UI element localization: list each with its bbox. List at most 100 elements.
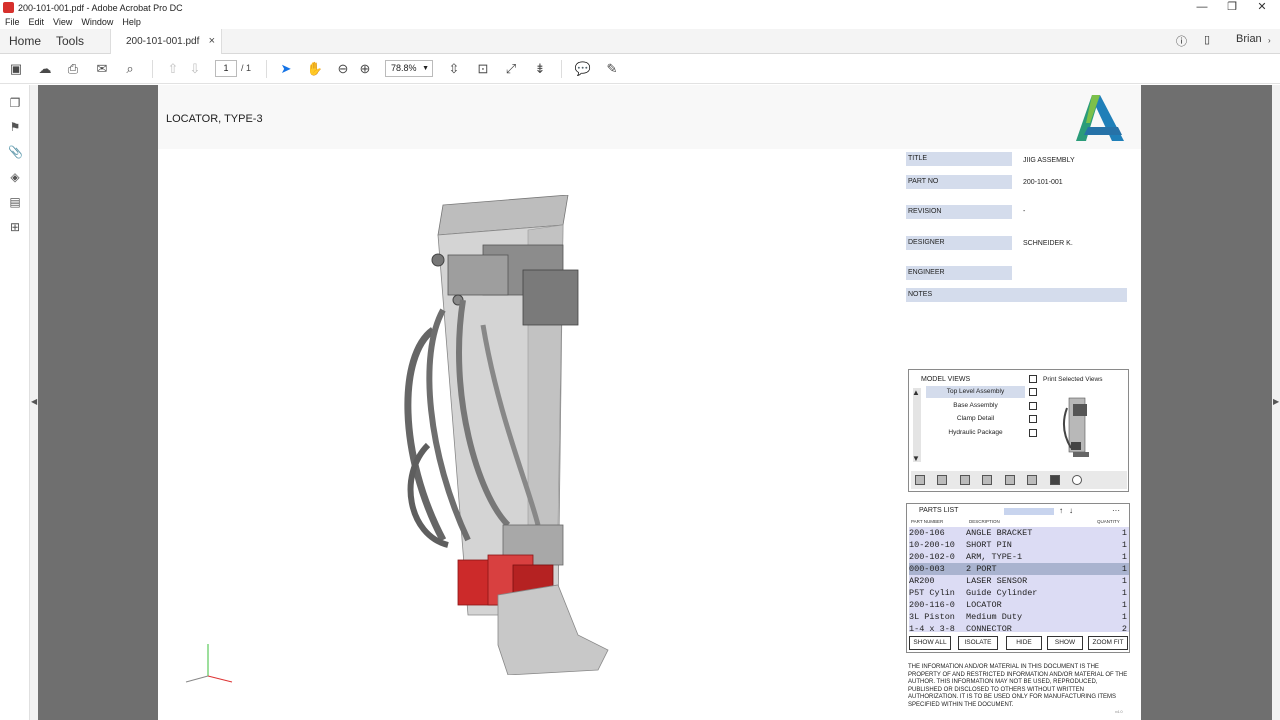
select-tool-icon[interactable]: ➤: [277, 60, 295, 78]
previous-page-icon[interactable]: ⇧: [164, 60, 182, 78]
close-tab-icon[interactable]: ×: [209, 35, 215, 47]
page-header: [158, 85, 1141, 149]
table-row[interactable]: 200-116-0 LOCATOR 1: [909, 599, 1129, 611]
sort-up-icon[interactable]: ↑: [1059, 506, 1063, 515]
menu-window[interactable]: Window: [81, 17, 113, 27]
page-number-input[interactable]: 1: [215, 60, 237, 77]
view-checkbox[interactable]: [1029, 402, 1037, 410]
sort-down-icon[interactable]: ↓: [1069, 506, 1073, 515]
bookmark-icon[interactable]: ⚑: [8, 120, 22, 134]
table-row[interactable]: 200-102-0 ARM, TYPE-1 1: [909, 551, 1129, 563]
print-selected-views-checkbox[interactable]: [1029, 375, 1037, 383]
table-row[interactable]: 200-106 ANGLE BRACKET 1: [909, 527, 1129, 539]
view-top-icon[interactable]: [1005, 475, 1015, 485]
table-row-selected[interactable]: 000-003 2 PORT 1: [909, 563, 1129, 575]
part-description: LOCATOR: [966, 600, 1002, 610]
email-icon[interactable]: ✉: [93, 60, 111, 78]
part-description: LASER SENSOR: [966, 576, 1028, 586]
part-number: 1-4 x 3-8: [909, 624, 955, 634]
tab-tools[interactable]: Tools: [56, 34, 84, 48]
tab-document[interactable]: 200-101-001.pdf ×: [110, 29, 222, 54]
parts-search-field[interactable]: [1004, 508, 1054, 515]
restore-button[interactable]: ❐: [1217, 0, 1247, 15]
search-icon[interactable]: ⌕: [121, 60, 139, 78]
axis-triad: [185, 644, 233, 683]
view-iso-icon[interactable]: [1050, 475, 1060, 485]
tab-home[interactable]: Home: [9, 34, 41, 48]
view-bottom-icon[interactable]: [1027, 475, 1037, 485]
full-screen-icon[interactable]: ⤢: [502, 60, 520, 78]
table-row[interactable]: 3L Piston Medium Duty 1: [909, 611, 1129, 623]
designer-label: DESIGNER: [906, 236, 1012, 250]
user-chevron-icon[interactable]: ›: [1268, 36, 1271, 45]
revision-value: -: [1023, 208, 1026, 215]
show-button[interactable]: SHOW: [1047, 636, 1083, 650]
part-no-label: PART NO: [906, 175, 1012, 189]
show-all-button[interactable]: SHOW ALL: [909, 636, 951, 650]
attachment-icon[interactable]: 📎: [8, 145, 23, 159]
view-checkbox[interactable]: [1029, 415, 1037, 423]
isolate-button[interactable]: ISOLATE: [958, 636, 998, 650]
3d-model-view[interactable]: [388, 195, 628, 675]
table-row[interactable]: AR200 LASER SENSOR 1: [909, 575, 1129, 587]
version-label: v4.0: [1115, 709, 1123, 714]
view-right-icon[interactable]: [982, 475, 992, 485]
hand-tool-icon[interactable]: ✋: [306, 60, 324, 78]
page-thumbnails-icon[interactable]: ❐: [8, 96, 22, 110]
view-checkbox[interactable]: [1029, 429, 1037, 437]
model-view-item[interactable]: Base Assembly: [926, 400, 1025, 412]
view-checkbox[interactable]: [1029, 388, 1037, 396]
menu-edit[interactable]: Edit: [29, 17, 45, 27]
more-options-icon[interactable]: ···: [1112, 506, 1120, 515]
model-view-item[interactable]: Hydraulic Package: [926, 427, 1025, 439]
table-row[interactable]: 1-4 x 3-8 CONNECTOR 2: [909, 623, 1129, 634]
upload-icon[interactable]: ☁: [36, 60, 54, 78]
zoom-in-icon[interactable]: ⊕: [356, 60, 374, 78]
scroll-up-icon[interactable]: ▲: [912, 388, 920, 397]
model-views-scrollbar[interactable]: [913, 388, 921, 462]
scroll-mode-icon[interactable]: ⇟: [531, 60, 549, 78]
zoom-out-icon[interactable]: ⊖: [334, 60, 352, 78]
table-row[interactable]: 10-200-10 SHORT PIN 1: [909, 539, 1129, 551]
layers-icon[interactable]: ◈: [8, 170, 22, 184]
view-front-icon[interactable]: [915, 475, 925, 485]
next-page-icon[interactable]: ⇩: [186, 60, 204, 78]
minimize-button[interactable]: —: [1187, 0, 1217, 15]
view-left-icon[interactable]: [960, 475, 970, 485]
fit-width-icon[interactable]: ⊡: [474, 60, 492, 78]
model-views-heading: MODEL VIEWS: [921, 376, 971, 383]
window-title: 200-101-001.pdf - Adobe Acrobat Pro DC: [18, 2, 183, 13]
close-window-button[interactable]: ✕: [1247, 0, 1277, 15]
view-reset-icon[interactable]: [1072, 475, 1082, 485]
comment-icon[interactable]: 💬: [574, 60, 592, 78]
user-name[interactable]: Brian: [1236, 33, 1262, 45]
parts-list-panel: PARTS LIST ↑ ↓ ··· PART NUMBER DESCRIPTI…: [906, 503, 1130, 653]
model-view-thumbnail: [1063, 397, 1089, 457]
zoom-select[interactable]: 78.8% ▼: [385, 60, 433, 77]
save-icon[interactable]: ▣: [7, 60, 25, 78]
menu-file[interactable]: File: [5, 17, 20, 27]
mobile-link-icon[interactable]: ▯: [1204, 33, 1210, 46]
chevron-left-icon: ◀: [31, 397, 38, 406]
table-row[interactable]: P5T Cylin Guide Cylinder 1: [909, 587, 1129, 599]
print-icon[interactable]: ⎙: [64, 60, 82, 78]
part-description: Medium Duty: [966, 612, 1023, 622]
fit-page-icon[interactable]: ⇳: [445, 60, 463, 78]
pen-icon[interactable]: ✎: [603, 60, 621, 78]
collapse-right-pane[interactable]: ▶: [1272, 85, 1280, 720]
help-icon[interactable]: ⓘ: [1176, 33, 1187, 49]
content-icon[interactable]: ⊞: [8, 220, 22, 234]
part-description: 2 PORT: [966, 564, 997, 574]
model-tree-icon[interactable]: ▤: [8, 195, 22, 209]
designer-value: SCHNEIDER K.: [1023, 240, 1073, 247]
menu-help[interactable]: Help: [122, 17, 141, 27]
menu-view[interactable]: View: [53, 17, 72, 27]
part-number: 200-106: [909, 528, 945, 538]
hide-button[interactable]: HIDE: [1006, 636, 1042, 650]
view-back-icon[interactable]: [937, 475, 947, 485]
scroll-down-icon[interactable]: ▼: [912, 454, 920, 463]
zoom-fit-button[interactable]: ZOOM FIT: [1088, 636, 1128, 650]
model-view-item[interactable]: Clamp Detail: [926, 413, 1025, 425]
model-view-item[interactable]: Top Level Assembly: [926, 386, 1025, 398]
collapse-left-pane[interactable]: ◀: [30, 85, 38, 720]
